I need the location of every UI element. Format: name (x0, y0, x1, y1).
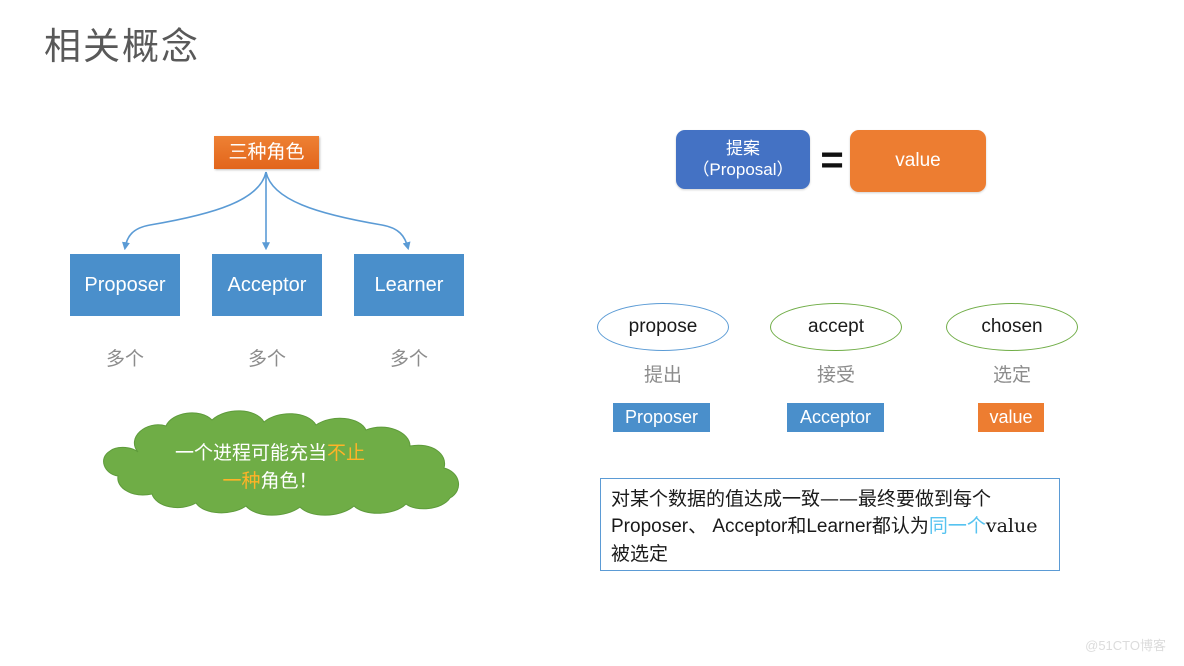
cloud-text: 一个进程可能充当不止 一种角色！ (60, 440, 480, 495)
role-box-learner[interactable]: Learner (354, 254, 464, 316)
proposal-label-cn: 提案 (726, 139, 760, 160)
note-box: 对某个数据的值达成一致——最终要做到每个 Proposer、 Acceptor和L… (600, 478, 1060, 571)
stage-label-propose: 提出 (643, 364, 682, 386)
stage-label-chosen: 选定 (992, 364, 1031, 386)
role-box-acceptor[interactable]: Acceptor (212, 254, 322, 316)
note-segment-2: Proposer、 Acceptor和Learner都认为 (611, 515, 929, 537)
note-segment-1: 对某个数据的值达成一致——最终要做到每个 (611, 488, 992, 510)
role-count-learner: 多个 (389, 348, 428, 370)
stage-ellipse-propose[interactable]: propose (597, 303, 729, 351)
role-count-acceptor: 多个 (247, 348, 286, 370)
value-box[interactable]: value (850, 130, 986, 192)
stage-chip-acceptor[interactable]: Acceptor (787, 403, 884, 432)
stage-ellipse-accept[interactable]: accept (770, 303, 902, 351)
proposal-box[interactable]: 提案 （Proposal） (676, 130, 810, 189)
role-count-proposer: 多个 (105, 348, 144, 370)
page-title: 相关概念 (44, 25, 200, 68)
stage-label-accept: 接受 (816, 364, 855, 386)
stage-chip-value[interactable]: value (978, 403, 1044, 432)
stage-chip-proposer[interactable]: Proposer (613, 403, 710, 432)
cloud-line1-highlight: 不止 (327, 442, 366, 464)
cloud-line2-highlight: 一种 (222, 469, 261, 492)
watermark: @51CTO博客 (1085, 638, 1166, 653)
equals-sign: = (820, 138, 844, 182)
slide-canvas: 相关概念 三种角色 Proposer Acceptor Learner 多个 多… (0, 0, 1184, 666)
stage-ellipse-chosen[interactable]: chosen (946, 303, 1078, 351)
cloud-callout: 一个进程可能充当不止 一种角色！ (60, 408, 480, 518)
cloud-line1-plain: 一个进程可能充当 (174, 442, 327, 464)
proposal-label-en: （Proposal） (692, 159, 794, 179)
roles-header-box[interactable]: 三种角色 (214, 136, 319, 169)
cloud-line2-plain: 角色！ (260, 469, 318, 492)
role-box-proposer[interactable]: Proposer (70, 254, 180, 316)
note-highlight: 同一个 (928, 514, 986, 537)
